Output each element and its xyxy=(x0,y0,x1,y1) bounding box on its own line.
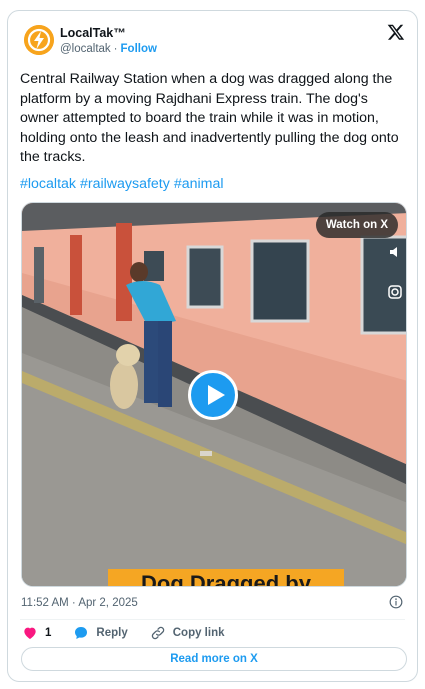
like-count: 1 xyxy=(45,627,52,639)
divider xyxy=(20,619,405,620)
instagram-icon xyxy=(388,285,402,299)
tweet-timestamp[interactable]: 11:52 AM · Apr 2, 2025 xyxy=(21,597,138,609)
separator-dot: · xyxy=(113,43,118,55)
read-more-button[interactable]: Read more on X xyxy=(21,647,407,671)
account-handle[interactable]: @localtak xyxy=(60,43,111,55)
info-icon[interactable] xyxy=(389,595,403,609)
lightning-bolt-logo-icon xyxy=(24,25,54,55)
hashtag-link[interactable]: #localtak xyxy=(20,176,76,192)
avatar[interactable] xyxy=(24,25,54,55)
tweet-card: LocalTak™ @localtak · Follow Central Railw… xyxy=(7,10,418,682)
hashtag-row: #localtak #railwaysafety #animal xyxy=(20,176,224,192)
hashtag-link[interactable]: #railwaysafety xyxy=(80,176,170,192)
link-icon xyxy=(151,626,164,640)
watch-on-x-button[interactable]: Watch on X xyxy=(315,212,398,238)
tweet-text: Central Railway Station when a dog was d… xyxy=(20,71,399,165)
video-caption-text: Dog Dragged by xyxy=(108,569,344,586)
play-icon[interactable] xyxy=(188,370,238,420)
volume-icon[interactable] xyxy=(388,245,402,259)
handle-row: @localtak · Follow xyxy=(60,43,157,55)
hashtag-link[interactable]: #animal xyxy=(174,176,224,192)
heart-icon xyxy=(24,627,36,639)
account-name[interactable]: LocalTak™ xyxy=(60,26,126,40)
action-bar: 1 Reply Copy link xyxy=(22,624,247,642)
like-button[interactable]: 1 xyxy=(22,625,51,641)
reply-button[interactable]: Reply xyxy=(73,625,128,641)
video-player[interactable]: Watch on X Dog Dragged by xyxy=(21,202,407,587)
reply-label: Reply xyxy=(96,627,128,639)
x-logo-icon[interactable] xyxy=(387,23,405,41)
speech-bubble-icon xyxy=(75,627,88,639)
copy-link-button[interactable]: Copy link xyxy=(150,625,225,641)
follow-button[interactable]: Follow xyxy=(121,43,157,55)
copy-link-label: Copy link xyxy=(172,627,225,639)
